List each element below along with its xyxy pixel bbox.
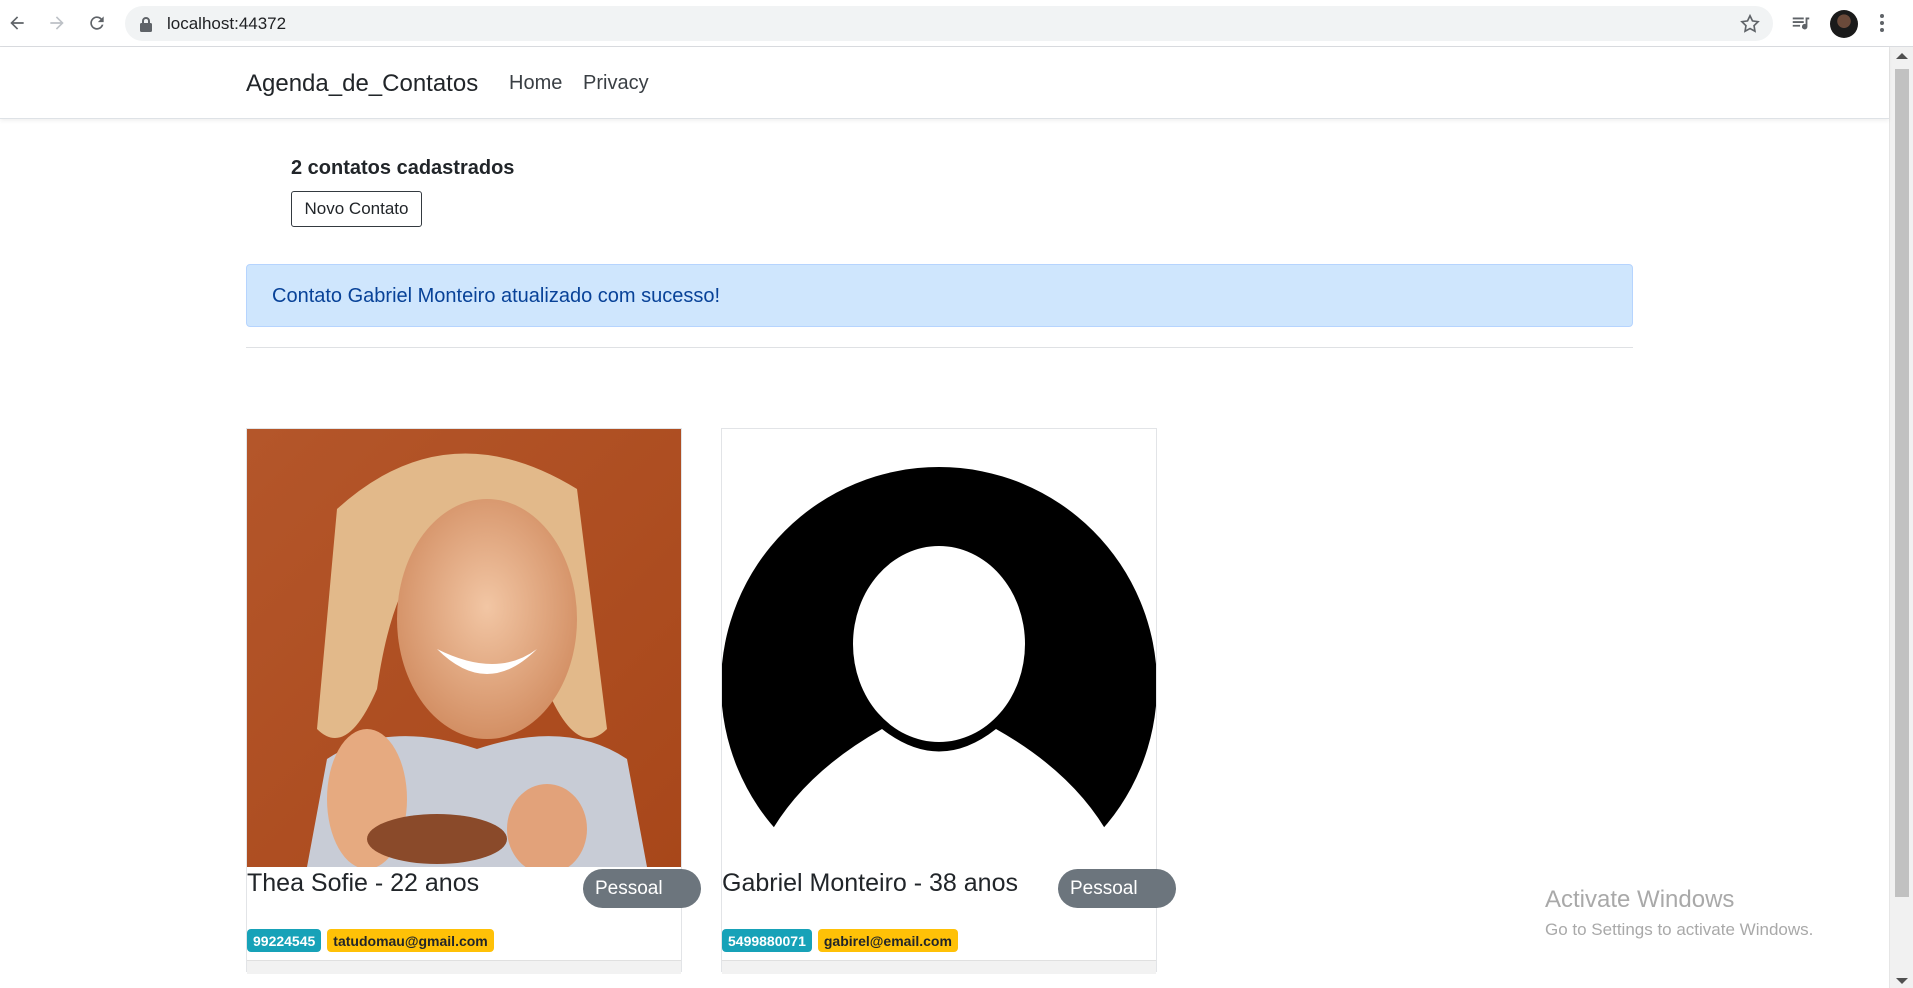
card-footer bbox=[247, 960, 681, 974]
bookmark-star-icon[interactable] bbox=[1739, 13, 1761, 35]
phone-badge: 99224545 bbox=[247, 929, 322, 952]
phone-badge: 5499880071 bbox=[722, 929, 812, 952]
reload-icon[interactable] bbox=[85, 11, 109, 35]
category-pill: Pessoal bbox=[1058, 869, 1176, 908]
email-badge: gabirel@email.com bbox=[817, 929, 958, 952]
url-text: localhost:44372 bbox=[167, 14, 287, 33]
success-alert: Contato Gabriel Monteiro atualizado com … bbox=[246, 264, 1633, 327]
scroll-thumb[interactable] bbox=[1895, 69, 1909, 897]
contacts-count-title: 2 contatos cadastrados bbox=[291, 157, 515, 179]
contact-badges: 99224545 tatudomau@gmail.com bbox=[247, 929, 494, 952]
contact-name: Thea Sofie - 22 anos bbox=[247, 869, 480, 897]
activation-watermark-title: Activate Windows bbox=[1545, 886, 1735, 913]
activation-watermark-subtitle: Go to Settings to activate Windows. bbox=[1545, 920, 1814, 939]
nav-home-link[interactable]: Home bbox=[509, 72, 562, 95]
contact-card: Gabriel Monteiro - 38 anos Pessoal 54998… bbox=[721, 428, 1176, 974]
back-icon[interactable] bbox=[5, 11, 29, 35]
portrait-photo-icon bbox=[247, 429, 681, 867]
more-menu-icon[interactable] bbox=[1872, 12, 1892, 34]
nav-privacy-link[interactable]: Privacy bbox=[583, 72, 649, 95]
default-avatar-icon bbox=[722, 429, 1156, 867]
profile-avatar[interactable] bbox=[1830, 10, 1858, 38]
divider bbox=[246, 347, 1633, 348]
email-badge: tatudomau@gmail.com bbox=[327, 929, 494, 952]
contact-badges: 5499880071 gabirel@email.com bbox=[722, 929, 958, 952]
scroll-up-arrow-icon[interactable] bbox=[1896, 53, 1908, 59]
app-navbar: Agenda_de_Contatos Home Privacy bbox=[0, 47, 1889, 119]
lock-icon bbox=[140, 17, 152, 32]
address-bar[interactable]: localhost:44372 bbox=[125, 6, 1773, 41]
browser-toolbar: localhost:44372 bbox=[0, 0, 1913, 47]
contact-name: Gabriel Monteiro - 38 anos bbox=[722, 869, 1018, 897]
brand-link[interactable]: Agenda_de_Contatos bbox=[246, 70, 478, 98]
alert-message: Contato Gabriel Monteiro atualizado com … bbox=[272, 285, 721, 307]
media-queue-icon[interactable] bbox=[1790, 12, 1812, 34]
forward-icon[interactable] bbox=[45, 11, 69, 35]
contact-photo bbox=[247, 429, 681, 867]
new-contact-button[interactable]: Novo Contato bbox=[291, 191, 422, 227]
page-scrollbar[interactable] bbox=[1889, 47, 1913, 988]
category-pill: Pessoal bbox=[583, 869, 701, 908]
scroll-down-arrow-icon[interactable] bbox=[1896, 978, 1908, 984]
card-footer bbox=[722, 960, 1156, 974]
contact-photo bbox=[722, 429, 1156, 867]
contact-card: Thea Sofie - 22 anos Pessoal 99224545 ta… bbox=[246, 428, 701, 974]
